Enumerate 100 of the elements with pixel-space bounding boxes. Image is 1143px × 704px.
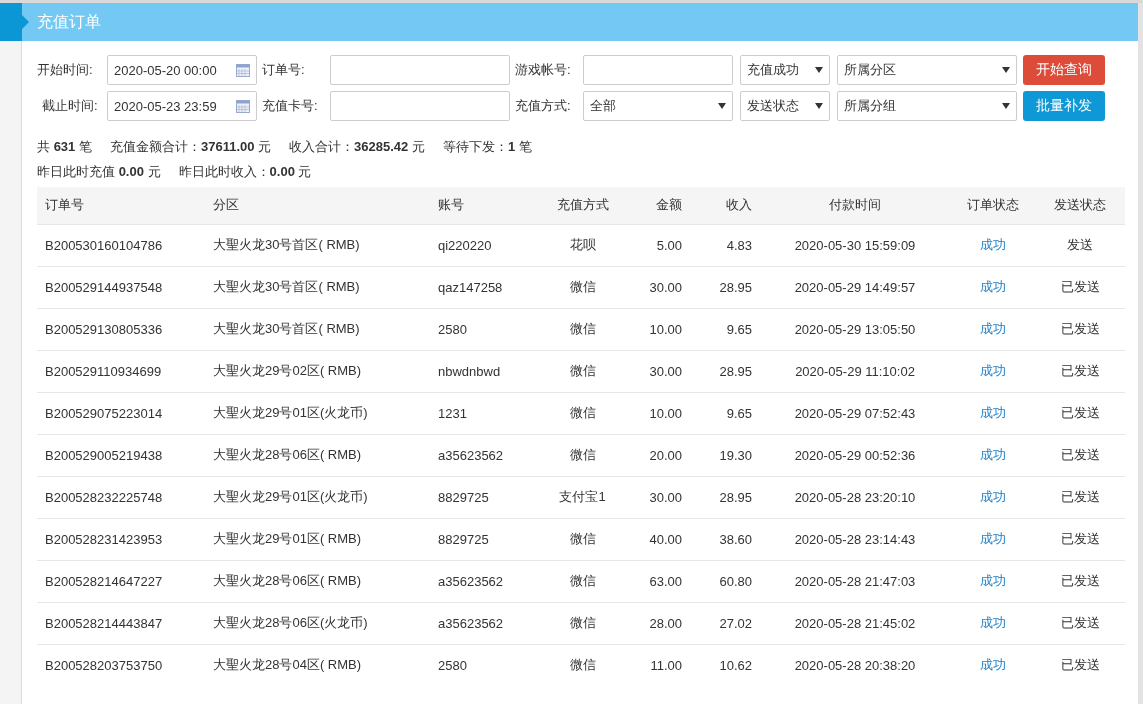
calendar-icon [236, 99, 250, 113]
table-cell: 发送 [1035, 224, 1125, 266]
table-cell: 2020-05-28 21:47:03 [760, 560, 950, 602]
table-cell: 大聖火龙28号06区( RMB) [205, 560, 430, 602]
status-link[interactable]: 成功 [950, 644, 1035, 686]
table-cell: 微信 [540, 518, 625, 560]
table-cell: 花呗 [540, 224, 625, 266]
table-cell: 2580 [430, 644, 540, 686]
table-cell: 27.02 [690, 602, 760, 644]
table-cell: 微信 [540, 392, 625, 434]
dropdown[interactable]: 所属分组 [837, 91, 1017, 121]
table-cell: B200528214443847 [37, 602, 205, 644]
table-cell: 支付宝1 [540, 476, 625, 518]
status-link[interactable]: 成功 [950, 602, 1035, 644]
table-cell: 微信 [540, 602, 625, 644]
table-cell: B200528214647227 [37, 560, 205, 602]
column-header: 金额 [625, 187, 690, 224]
table-cell: 大聖火龙29号01区(火龙币) [205, 392, 430, 434]
dropdown[interactable]: 所属分区 [837, 55, 1017, 85]
table-cell: 微信 [540, 350, 625, 392]
table-cell: 8829725 [430, 476, 540, 518]
table-cell: 大聖火龙28号04区( RMB) [205, 644, 430, 686]
table-cell: 已发送 [1035, 602, 1125, 644]
column-header: 分区 [205, 187, 430, 224]
status-link[interactable]: 成功 [950, 518, 1035, 560]
field-label: 截止时间: [41, 97, 99, 115]
table-cell: B200529130805336 [37, 308, 205, 350]
table-cell: 28.95 [690, 476, 760, 518]
table-cell: 2020-05-29 00:52:36 [760, 434, 950, 476]
table-cell: 2020-05-29 11:10:02 [760, 350, 950, 392]
caret-icon [1002, 103, 1010, 109]
summary-text: 昨日此时充值 0.00 元 [37, 163, 161, 181]
table-cell: 微信 [540, 560, 625, 602]
dropdown[interactable]: 充值成功 [740, 55, 830, 85]
query-button[interactable]: 批量补发 [1023, 91, 1105, 121]
table-cell: 28.00 [625, 602, 690, 644]
table-cell: B200528232225748 [37, 476, 205, 518]
table-cell: 9.65 [690, 392, 760, 434]
table-cell: 10.00 [625, 392, 690, 434]
field-label: 开始时间: [37, 61, 94, 79]
table-cell: 已发送 [1035, 392, 1125, 434]
table-cell: 2020-05-28 23:14:43 [760, 518, 950, 560]
date-field[interactable]: 2020-05-20 00:00 [107, 55, 257, 85]
column-header: 订单状态 [950, 187, 1035, 224]
page-title: 充值订单 [37, 11, 101, 32]
table-cell: 已发送 [1035, 518, 1125, 560]
field-label: 游戏帐号: [514, 61, 572, 79]
table-cell: 60.80 [690, 560, 760, 602]
table-cell: 2020-05-29 14:49:57 [760, 266, 950, 308]
table-cell: 微信 [540, 644, 625, 686]
table-cell: B200529110934699 [37, 350, 205, 392]
status-link[interactable]: 成功 [950, 560, 1035, 602]
summary-text: 等待下发：1 笔 [442, 138, 532, 156]
table-cell: 已发送 [1035, 476, 1125, 518]
status-link[interactable]: 成功 [950, 224, 1035, 266]
status-link[interactable]: 成功 [950, 350, 1035, 392]
column-header: 收入 [690, 187, 760, 224]
table-cell: qi220220 [430, 224, 540, 266]
table-cell: 40.00 [625, 518, 690, 560]
summary-text: 充值金额合计：37611.00 元 [109, 138, 272, 156]
header-tab [0, 3, 29, 41]
status-link[interactable]: 成功 [950, 434, 1035, 476]
table-cell: qaz147258 [430, 266, 540, 308]
field-label: 充值卡号: [261, 97, 319, 115]
text-field[interactable] [330, 55, 510, 85]
table-cell: 已发送 [1035, 560, 1125, 602]
caret-icon [718, 103, 726, 109]
dropdown[interactable]: 全部 [583, 91, 733, 121]
table-cell: a35623562 [430, 602, 540, 644]
status-link[interactable]: 成功 [950, 476, 1035, 518]
table-cell: 30.00 [625, 266, 690, 308]
table-cell: 已发送 [1035, 266, 1125, 308]
text-field[interactable] [583, 55, 733, 85]
status-link[interactable]: 成功 [950, 392, 1035, 434]
text-field[interactable] [330, 91, 510, 121]
field-label: 订单号: [261, 61, 306, 79]
table-cell: 2020-05-28 21:45:02 [760, 602, 950, 644]
table-cell: 4.83 [690, 224, 760, 266]
table-cell: 28.95 [690, 350, 760, 392]
table-cell: 微信 [540, 308, 625, 350]
status-link[interactable]: 成功 [950, 266, 1035, 308]
query-button[interactable]: 开始查询 [1023, 55, 1105, 85]
table-cell: 8829725 [430, 518, 540, 560]
table-cell: B200528203753750 [37, 644, 205, 686]
summary-text: 昨日此时收入：0.00 元 [178, 163, 312, 181]
table-cell: 2020-05-28 20:38:20 [760, 644, 950, 686]
table-cell: 9.65 [690, 308, 760, 350]
table-cell: B200528231423953 [37, 518, 205, 560]
dropdown[interactable]: 发送状态 [740, 91, 830, 121]
table-cell: 20.00 [625, 434, 690, 476]
table-cell: nbwdnbwd [430, 350, 540, 392]
table-cell: 2020-05-29 07:52:43 [760, 392, 950, 434]
status-link[interactable]: 成功 [950, 308, 1035, 350]
table-cell: 大聖火龙30号首区( RMB) [205, 224, 430, 266]
table-cell: 2020-05-29 13:05:50 [760, 308, 950, 350]
column-header: 发送状态 [1035, 187, 1125, 224]
date-field[interactable]: 2020-05-23 23:59 [107, 91, 257, 121]
table-cell: 已发送 [1035, 350, 1125, 392]
table-cell: 大聖火龙29号01区(火龙币) [205, 476, 430, 518]
table-cell: 28.95 [690, 266, 760, 308]
